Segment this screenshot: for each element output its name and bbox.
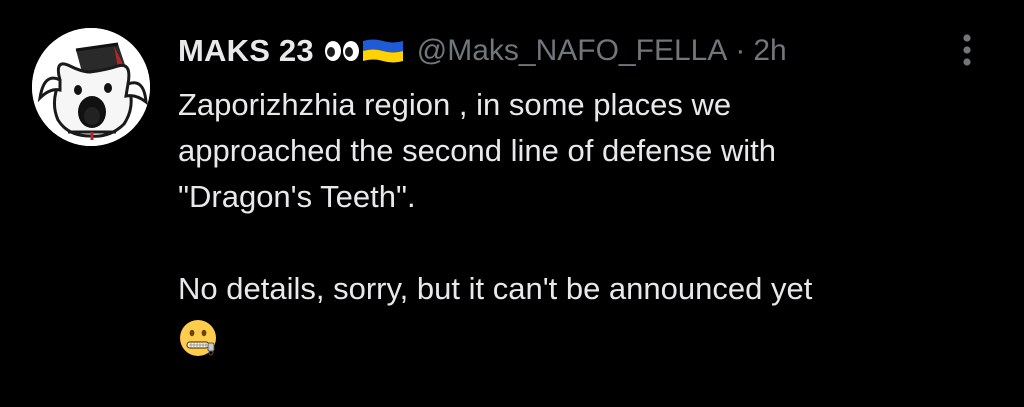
display-name[interactable]: MAKS 23 bbox=[178, 33, 314, 69]
avatar[interactable] bbox=[32, 28, 150, 146]
timestamp[interactable]: 2h bbox=[753, 34, 786, 68]
author-handle[interactable]: @Maks_NAFO_FELLA bbox=[417, 34, 728, 68]
separator-dot: · bbox=[735, 34, 746, 67]
zipper-mouth-face-icon bbox=[180, 320, 216, 356]
nafo-shiba-avatar-icon bbox=[32, 28, 150, 146]
tweet-text-line: "Dragon's Teeth". bbox=[178, 179, 416, 214]
tweet-text-line: approached the second line of defense wi… bbox=[178, 133, 777, 168]
ukraine-flag-icon bbox=[362, 39, 403, 63]
tweet-header: MAKS 23 @Maks_NAFO_FELLA · 2h bbox=[178, 30, 787, 72]
tweet-text-line: Zaporizhzhia region , in some places we bbox=[178, 87, 732, 122]
tweet-card[interactable]: MAKS 23 @Maks_NAFO_FELLA · 2h Zaporizhzh… bbox=[0, 0, 1024, 407]
tweet-text: Zaporizhzhia region , in some places we … bbox=[178, 82, 998, 364]
eyes-icon bbox=[324, 41, 359, 61]
trailing-emoji bbox=[178, 318, 998, 364]
tweet-text-line: No details, sorry, but it can't be annou… bbox=[178, 271, 813, 306]
more-vertical-icon bbox=[963, 34, 971, 66]
more-options-button[interactable] bbox=[952, 30, 982, 70]
name-emoji-group bbox=[324, 38, 403, 64]
